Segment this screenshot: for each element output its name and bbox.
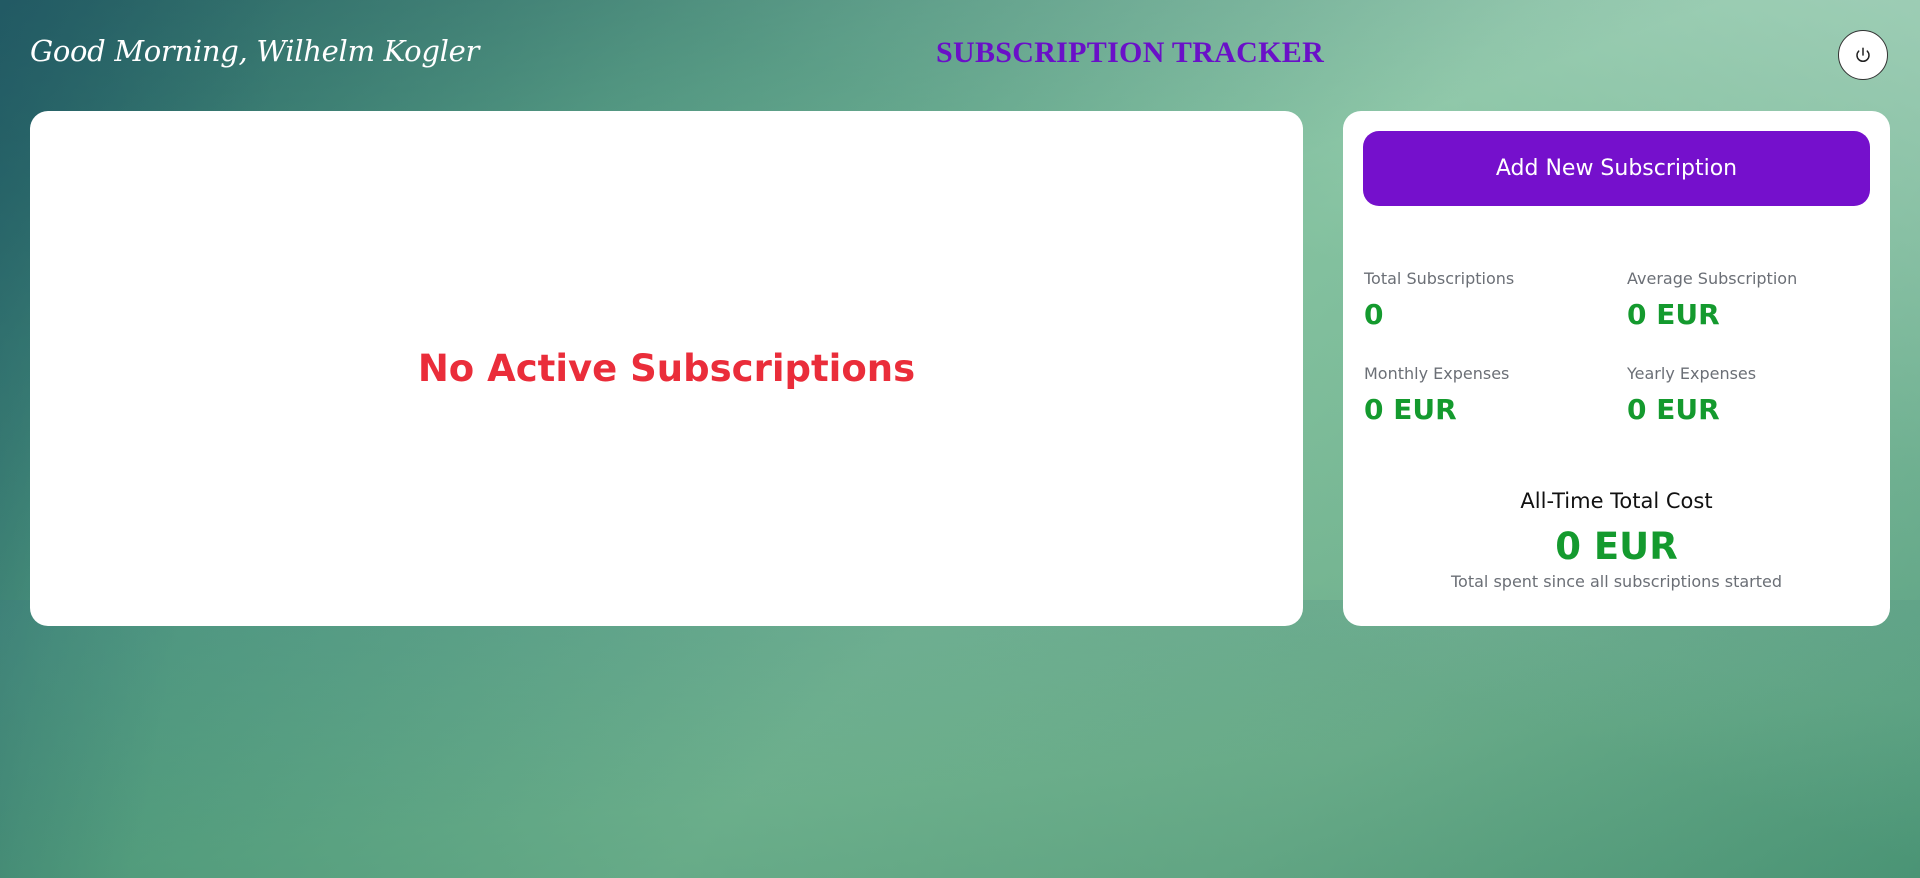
logout-button[interactable] [1838, 30, 1888, 80]
stat-yearly-expenses: Yearly Expenses 0 EUR [1627, 364, 1877, 426]
app-title: SUBSCRIPTION TRACKER [936, 36, 1325, 69]
empty-state-message: No Active Subscriptions [417, 347, 916, 390]
add-subscription-button[interactable]: Add New Subscription [1363, 131, 1870, 206]
stat-value: 0 EUR [1364, 393, 1457, 426]
background-facet [0, 600, 1920, 878]
stat-value: 0 EUR [1627, 298, 1720, 331]
stat-label: Total Subscriptions [1364, 269, 1515, 288]
all-time-caption: Total spent since all subscriptions star… [1451, 572, 1782, 591]
summary-panel: Add New Subscription Total Subscriptions… [1343, 111, 1890, 626]
stat-total-subscriptions: Total Subscriptions 0 [1364, 269, 1614, 331]
stat-label: Monthly Expenses [1364, 364, 1510, 383]
greeting-text: Good Morning, Wilhelm Kogler [30, 34, 480, 68]
stat-value: 0 EUR [1627, 393, 1720, 426]
all-time-title: All-Time Total Cost [1520, 489, 1713, 513]
all-time-value: 0 EUR [1555, 525, 1678, 568]
subscriptions-panel: No Active Subscriptions [30, 111, 1303, 626]
all-time-total-section: All-Time Total Cost 0 EUR Total spent si… [1343, 489, 1890, 591]
stat-value: 0 [1364, 298, 1384, 331]
stat-monthly-expenses: Monthly Expenses 0 EUR [1364, 364, 1614, 426]
power-icon [1854, 46, 1872, 64]
stat-label: Yearly Expenses [1627, 364, 1757, 383]
stat-label: Average Subscription [1627, 269, 1798, 288]
stat-average-subscription: Average Subscription 0 EUR [1627, 269, 1877, 331]
